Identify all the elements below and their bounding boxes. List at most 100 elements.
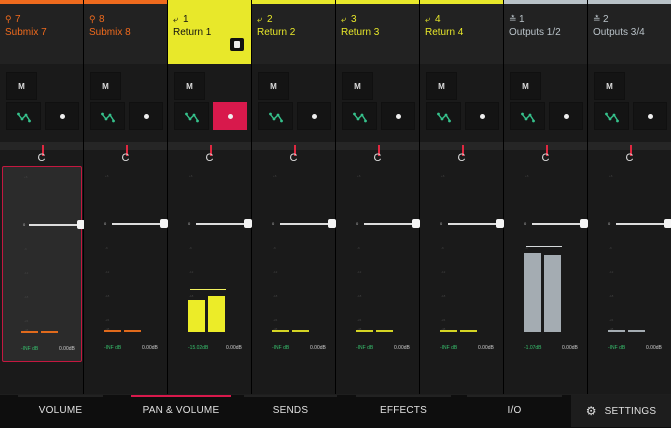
level-meter-bar	[41, 331, 58, 333]
record-arm-button[interactable]	[633, 102, 667, 130]
tab-i-o[interactable]: I/O	[467, 395, 562, 427]
mute-row: M	[504, 72, 587, 100]
pan-value: C	[289, 152, 298, 164]
pan-value: C	[121, 152, 130, 164]
level-meter-bar	[544, 255, 561, 332]
fader-track	[532, 223, 582, 225]
fader-scale-tick: -6	[189, 246, 192, 250]
channel-header[interactable]: ⤶ 3 Return 3	[336, 0, 419, 64]
fader-handle[interactable]	[328, 219, 336, 228]
channel-number-label: 1	[519, 14, 525, 25]
fader-scale-tick: -12	[105, 270, 110, 274]
tab-pan-volume[interactable]: PAN & VOLUME	[131, 395, 231, 427]
channel-number-label: 8	[99, 14, 105, 25]
level-meter-bar	[376, 330, 393, 332]
record-arm-button[interactable]	[45, 102, 79, 130]
tab-indicator	[244, 395, 337, 397]
mute-row: M	[588, 72, 671, 100]
record-arm-button[interactable]	[465, 102, 499, 130]
record-arm-button[interactable]	[381, 102, 415, 130]
mute-button[interactable]: M	[90, 72, 121, 100]
level-meter-bar	[21, 331, 38, 333]
fader-handle[interactable]	[160, 219, 168, 228]
gain-readout: 0.00dB	[562, 345, 578, 351]
channel-number: ≛ 1	[509, 14, 525, 25]
level-readout: -1.07dB	[524, 345, 542, 351]
mute-row: M	[0, 72, 83, 100]
pan-value: C	[373, 152, 382, 164]
mute-button[interactable]: M	[174, 72, 205, 100]
record-dot-icon	[648, 114, 653, 119]
mute-row: M	[420, 72, 503, 100]
fader-handle[interactable]	[580, 219, 588, 228]
channel-header[interactable]: ⤶ 4 Return 4	[420, 0, 503, 64]
channel-header[interactable]: ≛ 2 Outputs 3/4	[588, 0, 671, 64]
tab-label: SENDS	[272, 405, 309, 416]
zero-db-mark: 0	[188, 221, 191, 226]
tab-volume[interactable]: VOLUME	[18, 395, 103, 427]
mute-button[interactable]: M	[6, 72, 37, 100]
mixer-channels: ⚲ 7 Submix 7 M C +6 -6 -12 -18 -24 -48 0 -INF dB 0.00…	[0, 0, 671, 394]
channel-header[interactable]: ≛ 1 Outputs 1/2	[504, 0, 587, 64]
channel-header[interactable]: ⚲ 8 Submix 8	[84, 0, 167, 64]
automation-button[interactable]	[6, 102, 41, 130]
pan-value: C	[541, 152, 550, 164]
channel-header[interactable]: ⤶ 2 Return 2	[252, 0, 335, 64]
stop-icon[interactable]	[230, 38, 244, 51]
volume-fader[interactable]: +6-6-12-18-24-480-1.07dB0.00dB	[504, 166, 588, 362]
record-arm-button[interactable]	[213, 102, 247, 130]
automation-icon	[437, 112, 451, 123]
automation-button[interactable]	[90, 102, 125, 130]
fader-scale-tick: -18	[105, 294, 110, 298]
mute-button[interactable]: M	[510, 72, 541, 100]
pan-value: C	[37, 152, 46, 164]
record-arm-button[interactable]	[129, 102, 163, 130]
level-readout: -INF dB	[440, 345, 458, 351]
volume-fader[interactable]: +6 -6 -12 -18 -24 -48 0 -INF dB 0.00dB	[252, 166, 336, 362]
channel-header[interactable]: ⤶ 1 Return 1	[168, 0, 251, 64]
output-icon: ≛	[593, 14, 601, 24]
automation-icon	[17, 112, 31, 123]
fader-track	[29, 224, 79, 226]
volume-fader[interactable]: +6 -6 -12 -18 -24 -48 0 -INF dB 0.00dB	[336, 166, 420, 362]
fader-scale-tick: -12	[189, 270, 194, 274]
fader-handle[interactable]	[496, 219, 504, 228]
volume-fader[interactable]: +6 -6 -12 -18 -24 -48 0 -INF dB 0.00dB	[420, 166, 504, 362]
level-meter-bar	[440, 330, 457, 332]
tab-effects[interactable]: EFFECTS	[356, 395, 451, 427]
fader-handle[interactable]	[244, 219, 252, 228]
gain-readout: 0.00dB	[59, 346, 75, 352]
automation-button[interactable]	[258, 102, 293, 130]
automation-button[interactable]	[426, 102, 461, 130]
channel-strip-outputs-3-4: ≛ 2 Outputs 3/4 M C +6 -6 -12 -18 -24 -48 0 -INF dB 0…	[588, 0, 671, 394]
mute-button[interactable]: M	[342, 72, 373, 100]
mute-button[interactable]: M	[426, 72, 457, 100]
record-arm-button[interactable]	[297, 102, 331, 130]
automation-button[interactable]	[174, 102, 209, 130]
channel-number-label: 7	[15, 14, 21, 25]
fader-scale-tick: +6	[525, 174, 529, 178]
automation-button[interactable]	[510, 102, 545, 130]
channel-name: Outputs 3/4	[593, 27, 645, 38]
record-arm-button[interactable]	[549, 102, 583, 130]
automation-button[interactable]	[342, 102, 377, 130]
volume-fader[interactable]: +6 -6 -12 -18 -24 -48 0 -INF dB 0.00dB	[588, 166, 671, 362]
channel-number: ≛ 2	[593, 14, 609, 25]
fader-handle[interactable]	[664, 219, 671, 228]
channel-header[interactable]: ⚲ 7 Submix 7	[0, 0, 83, 64]
channel-name: Submix 7	[5, 27, 47, 38]
volume-fader[interactable]: +6-6-12-18-24-480-15.02dB0.00dB	[168, 166, 252, 362]
fader-handle[interactable]	[412, 219, 420, 228]
mute-button[interactable]: M	[594, 72, 625, 100]
level-readout: -15.02dB	[188, 345, 209, 351]
fader-scale-tick: -18	[273, 294, 278, 298]
volume-fader[interactable]: +6 -6 -12 -18 -24 -48 0 -INF dB 0.00dB	[84, 166, 168, 362]
automation-button[interactable]	[594, 102, 629, 130]
channel-number: ⤶ 2	[257, 14, 273, 25]
fader-track	[616, 223, 666, 225]
automation-row	[252, 102, 335, 130]
tab-settings[interactable]: ⚙ SETTINGS	[571, 395, 671, 427]
tab-sends[interactable]: SENDS	[244, 395, 337, 427]
mute-button[interactable]: M	[258, 72, 289, 100]
volume-fader[interactable]: +6 -6 -12 -18 -24 -48 0 -INF dB 0.00dB	[2, 166, 85, 362]
